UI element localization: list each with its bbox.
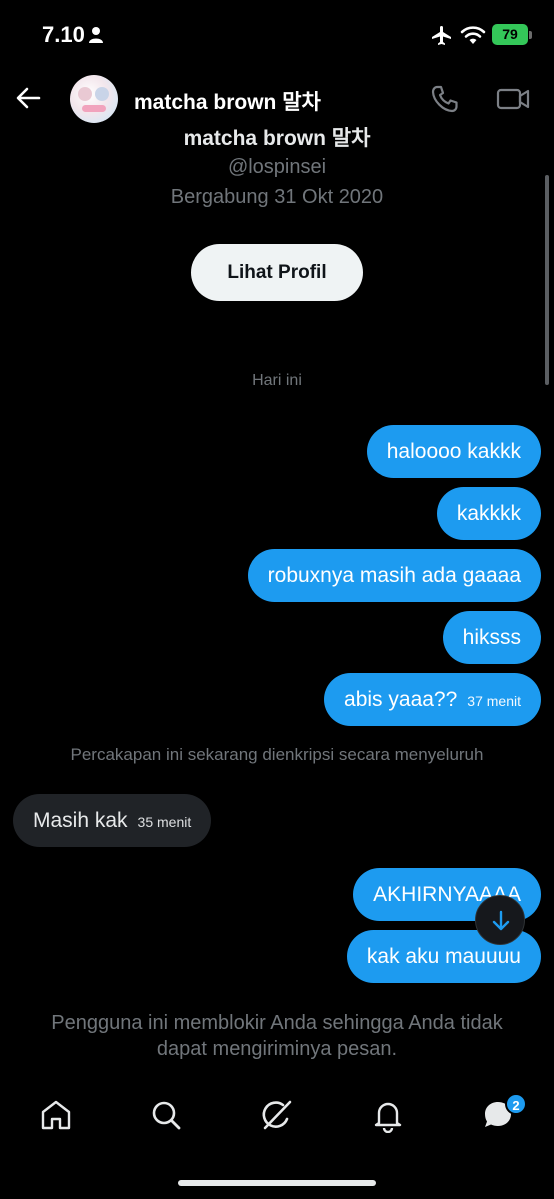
bottom-navigation: 2 — [0, 1085, 554, 1147]
profile-joined-date: Bergabung 31 Okt 2020 — [170, 186, 384, 208]
view-profile-button[interactable]: Lihat Profil — [191, 244, 363, 301]
profile-handle: @lospinsei — [227, 156, 327, 178]
avatar-art — [82, 105, 106, 112]
airplane-icon — [432, 26, 451, 45]
status-bar: 7.10 79 — [0, 0, 554, 70]
message-text: kak aku mauuuu — [366, 945, 521, 968]
battery-tip — [529, 31, 532, 39]
message-time: 37 menit — [467, 693, 521, 709]
message-bubble-outgoing[interactable]: abis yaaa?? 37 menit — [324, 673, 541, 726]
scroll-to-bottom-button[interactable] — [475, 895, 525, 945]
arrow-down-icon — [492, 910, 510, 931]
message-bubble-outgoing[interactable]: hiksss — [442, 611, 541, 664]
back-arrow-icon[interactable] — [14, 84, 42, 112]
avatar[interactable] — [70, 75, 118, 123]
home-indicator[interactable] — [178, 1180, 376, 1186]
avatar-art — [78, 87, 92, 101]
message-text: abis yaaa?? — [344, 688, 458, 711]
header-username[interactable]: matcha brown 말차 — [134, 86, 321, 116]
home-icon[interactable] — [38, 1097, 74, 1133]
person-icon — [89, 27, 103, 43]
search-icon[interactable] — [148, 1097, 184, 1133]
message-bubble-outgoing[interactable]: kakkkk — [436, 487, 541, 540]
message-text: haloooo kakkk — [386, 440, 521, 463]
message-text: kakkkk — [456, 502, 521, 525]
status-time: 7.10 — [42, 22, 85, 47]
message-bubble-incoming[interactable]: Masih kak 35 menit — [13, 794, 212, 847]
message-text: Masih kak — [33, 809, 128, 832]
conversation-header: matcha brown 말차 — [0, 70, 554, 126]
message-text: hiksss — [462, 626, 521, 649]
grok-icon[interactable] — [259, 1097, 295, 1133]
wifi-icon — [460, 26, 486, 44]
blocked-notice: Pengguna ini memblokir Anda sehingga And… — [51, 1012, 503, 1060]
day-separator: Hari ini — [252, 372, 302, 389]
avatar-art — [95, 87, 109, 101]
scrollbar[interactable] — [545, 175, 549, 385]
profile-name: matcha brown 말차 — [183, 127, 371, 150]
video-call-icon[interactable] — [496, 84, 530, 114]
phone-icon[interactable] — [430, 84, 460, 114]
battery-icon: 79 — [492, 24, 528, 45]
battery-level: 79 — [502, 26, 518, 42]
messages-count-badge: 2 — [505, 1093, 527, 1115]
message-text: robuxnya masih ada gaaaa — [267, 564, 521, 587]
message-bubble-outgoing[interactable]: robuxnya masih ada gaaaa — [247, 549, 541, 602]
notifications-icon[interactable] — [370, 1097, 406, 1133]
encryption-notice: Percakapan ini sekarang dienkripsi secar… — [70, 745, 484, 764]
message-bubble-outgoing[interactable]: haloooo kakkk — [366, 425, 541, 478]
message-time: 35 menit — [137, 814, 192, 830]
